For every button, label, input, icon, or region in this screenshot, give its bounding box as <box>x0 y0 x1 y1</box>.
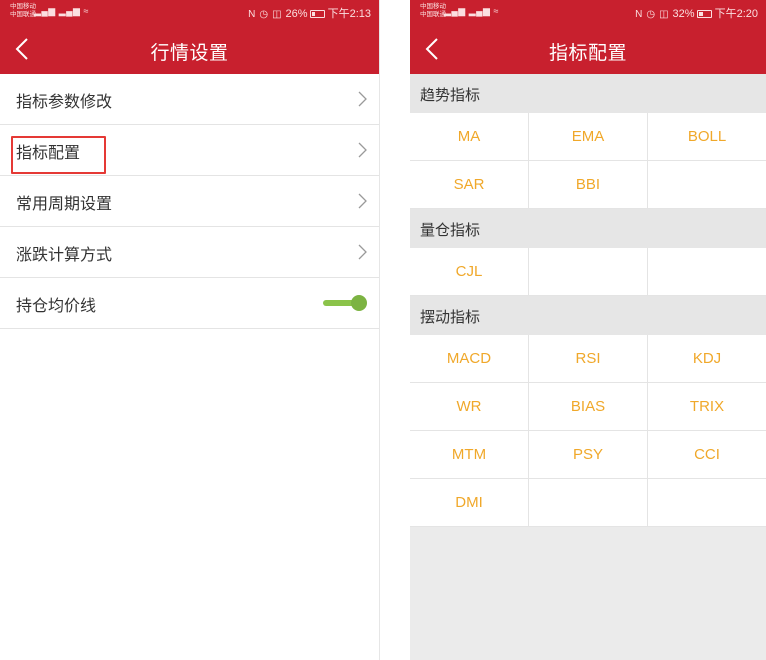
indicator-cell-boll[interactable]: BOLL <box>648 113 766 160</box>
clock: 下午2:13 <box>327 8 371 20</box>
indicator-cell-rsi[interactable]: RSI <box>529 335 648 382</box>
battery-icon <box>696 10 712 19</box>
carrier-1: 中国移动 <box>420 3 446 10</box>
nfc-icon: N <box>248 9 256 20</box>
indicator-row: DMI <box>410 479 766 527</box>
clock: 下午2:20 <box>714 8 758 20</box>
status-right: N ◷ ◫ 32% 下午2:20 <box>635 5 758 21</box>
alarm-icon: ◷ <box>646 9 656 20</box>
indicator-cell-trix[interactable]: TRIX <box>648 383 766 430</box>
indicator-cell-sar[interactable]: SAR <box>410 161 529 208</box>
section-header-oscillator: 摆动指标 <box>410 296 766 335</box>
indicator-cell-kdj[interactable]: KDJ <box>648 335 766 382</box>
indicator-cell-empty <box>529 248 648 295</box>
indicator-cell-cci[interactable]: CCI <box>648 431 766 478</box>
indicator-cell-wr[interactable]: WR <box>410 383 529 430</box>
indicator-cell-empty <box>529 479 648 526</box>
indicator-row: SAR BBI <box>410 161 766 209</box>
indicator-cell-bias[interactable]: BIAS <box>529 383 648 430</box>
section-title: 量仓指标 <box>420 221 481 239</box>
settings-item-indicator-params[interactable]: 指标参数修改 <box>0 74 379 125</box>
vibrate-icon: ◫ <box>659 9 669 20</box>
title-bar: 行情设置 <box>0 24 379 74</box>
nfc-icon: N <box>635 9 643 20</box>
indicator-cell-cjl[interactable]: CJL <box>410 248 529 295</box>
indicator-row: CJL <box>410 248 766 296</box>
page-title: 行情设置 <box>150 42 229 64</box>
carrier-names: 中国移动 中国联通 <box>420 3 446 19</box>
screenshot-stage: 中国移动 中国联通 ▂▄▆ ▂▄▆ ≈ N ◷ ◫ 26% 下午2:13 行情设置 指标… <box>0 0 766 660</box>
settings-item-label: 持仓均价线 <box>16 296 97 315</box>
section-header-volume: 量仓指标 <box>410 209 766 248</box>
chevron-right-icon <box>358 244 367 260</box>
market-settings-screen: 中国移动 中国联通 ▂▄▆ ▂▄▆ ≈ N ◷ ◫ 26% 下午2:13 行情设置 指标… <box>0 0 380 660</box>
chevron-right-icon <box>358 193 367 209</box>
section-title: 趋势指标 <box>420 86 481 104</box>
alarm-icon: ◷ <box>259 9 269 20</box>
signal-icon: ▂▄▆ ▂▄▆ ≈ <box>34 6 89 16</box>
toggle-knob <box>351 295 367 311</box>
settings-item-avg-cost-line: 持仓均价线 <box>0 278 379 329</box>
indicator-cell-empty <box>648 248 766 295</box>
section-header-trend: 趋势指标 <box>410 74 766 113</box>
settings-list: 指标参数修改 指标配置 常用周期设置 涨跌计算方式 持仓均价线 <box>0 74 379 329</box>
indicator-cell-bbi[interactable]: BBI <box>529 161 648 208</box>
status-bar: 中国移动 中国联通 ▂▄▆ ▂▄▆ ≈ N ◷ ◫ 26% 下午2:13 <box>0 0 379 24</box>
indicator-cell-mtm[interactable]: MTM <box>410 431 529 478</box>
indicator-cell-empty <box>648 479 766 526</box>
settings-item-label: 常用周期设置 <box>16 194 113 213</box>
indicator-row: MTM PSY CCI <box>410 431 766 479</box>
indicator-cell-dmi[interactable]: DMI <box>410 479 529 526</box>
indicator-cell-psy[interactable]: PSY <box>529 431 648 478</box>
battery-percent: 32% <box>672 8 695 20</box>
indicator-sections: 趋势指标 MA EMA BOLL SAR BBI 量仓指标 CJL 摆动指标 M… <box>410 74 766 527</box>
carrier-names: 中国移动 中国联通 <box>10 3 36 19</box>
signal-icon: ▂▄▆ ▂▄▆ ≈ <box>444 6 499 16</box>
indicator-config-screen: 中国移动 中国联通 ▂▄▆ ▂▄▆ ≈ N ◷ ◫ 32% 下午2:20 指标配置 趋势… <box>410 0 766 660</box>
page-title: 指标配置 <box>548 42 627 64</box>
settings-item-label: 涨跌计算方式 <box>16 245 113 264</box>
indicator-row: MACD RSI KDJ <box>410 335 766 383</box>
highlight-annotation <box>11 136 106 174</box>
section-title: 摆动指标 <box>420 308 481 326</box>
indicator-cell-empty <box>648 161 766 208</box>
carrier-2: 中国联通 <box>420 11 446 18</box>
carrier-1: 中国移动 <box>10 3 36 10</box>
chevron-right-icon <box>358 142 367 158</box>
avg-cost-line-toggle[interactable] <box>323 295 367 311</box>
indicator-cell-macd[interactable]: MACD <box>410 335 529 382</box>
title-bar: 指标配置 <box>410 24 766 74</box>
carrier-2: 中国联通 <box>10 11 36 18</box>
status-right: N ◷ ◫ 26% 下午2:13 <box>248 5 371 21</box>
indicator-cell-ema[interactable]: EMA <box>529 113 648 160</box>
indicator-row: MA EMA BOLL <box>410 113 766 161</box>
settings-item-period[interactable]: 常用周期设置 <box>0 176 379 227</box>
indicator-row: WR BIAS TRIX <box>410 383 766 431</box>
battery-icon <box>309 10 325 19</box>
chevron-right-icon <box>358 91 367 107</box>
indicator-cell-ma[interactable]: MA <box>410 113 529 160</box>
status-bar: 中国移动 中国联通 ▂▄▆ ▂▄▆ ≈ N ◷ ◫ 32% 下午2:20 <box>410 0 766 24</box>
settings-item-change-calc[interactable]: 涨跌计算方式 <box>0 227 379 278</box>
battery-percent: 26% <box>285 8 308 20</box>
vibrate-icon: ◫ <box>272 9 282 20</box>
settings-item-label: 指标参数修改 <box>16 92 113 111</box>
